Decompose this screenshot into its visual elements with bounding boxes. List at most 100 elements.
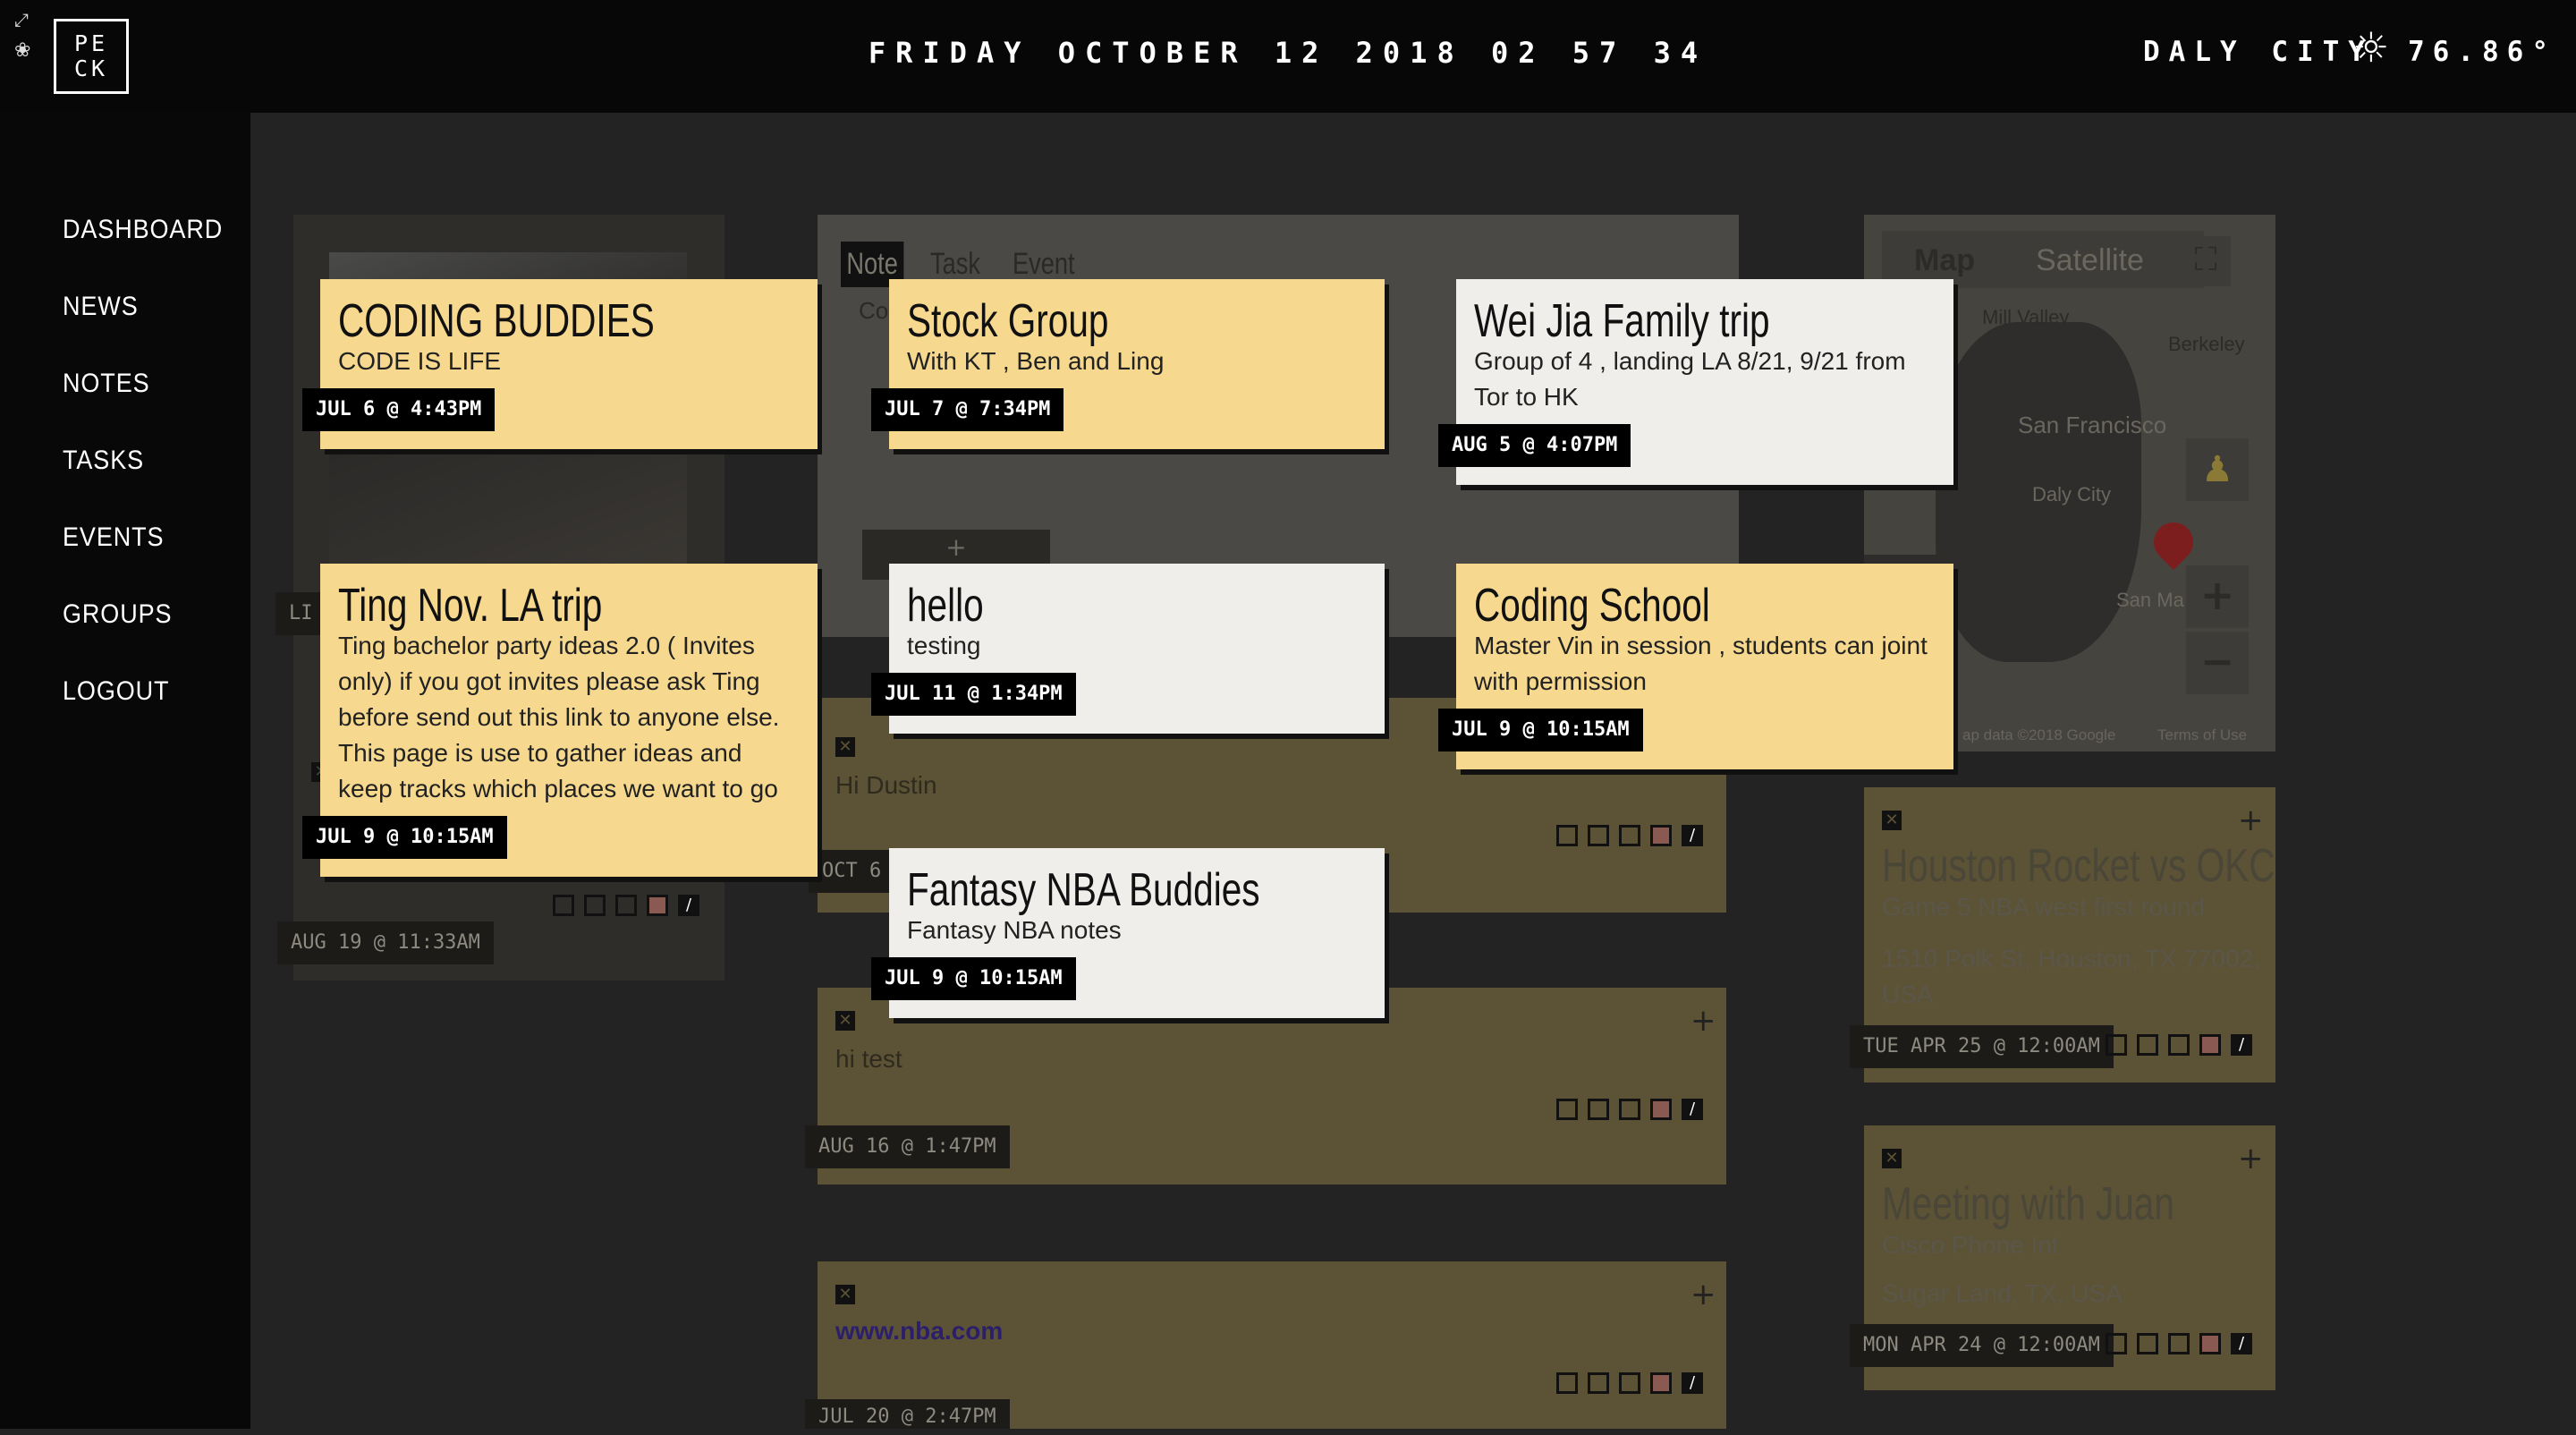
group-card[interactable]: hello testing JUL 11 @ 1:34PM bbox=[871, 564, 1385, 734]
color-swatch-icon[interactable] bbox=[2168, 1333, 2190, 1354]
event-subtitle: Game 5 NBA west first round bbox=[1882, 893, 2206, 921]
color-swatch-icon[interactable] bbox=[1588, 1372, 1609, 1394]
plus-icon[interactable]: + bbox=[1690, 1279, 1716, 1310]
color-swatch-icon[interactable] bbox=[2137, 1333, 2158, 1354]
group-card[interactable]: CODING BUDDIES CODE IS LIFE JUL 6 @ 4:43… bbox=[302, 279, 818, 449]
zoom-out-button[interactable]: − bbox=[2186, 632, 2249, 694]
color-swatch-icon[interactable] bbox=[1588, 825, 1609, 846]
group-card[interactable]: Ting Nov. LA trip Ting bachelor party id… bbox=[302, 564, 818, 877]
paw-icon[interactable]: ❀ bbox=[14, 39, 30, 62]
date-tag: JUL 7 @ 7:34PM bbox=[871, 388, 1064, 431]
color-swatch-icon[interactable] bbox=[647, 895, 668, 916]
event-location: 1510 Polk St, Houston, TX 77002, USA bbox=[1882, 945, 2260, 1008]
edit-icon[interactable]: / bbox=[678, 895, 699, 916]
group-title: Wei Jia Family trip bbox=[1474, 295, 1770, 347]
fullscreen-icon[interactable]: ⤢ bbox=[14, 9, 29, 30]
color-swatch-icon[interactable] bbox=[615, 895, 637, 916]
group-card[interactable]: Fantasy NBA Buddies Fantasy NBA notes JU… bbox=[871, 848, 1385, 1018]
group-card[interactable]: Stock Group With KT , Ben and Ling JUL 7… bbox=[871, 279, 1385, 449]
event-subtitle: Cisco Phone Int bbox=[1882, 1231, 2059, 1259]
date-tag: AUG 16 @ 1:47PM bbox=[805, 1125, 1010, 1168]
color-swatch-icon[interactable] bbox=[1588, 1099, 1609, 1120]
tab-event[interactable]: Event bbox=[1013, 247, 1075, 282]
group-title: Stock Group bbox=[907, 295, 1109, 347]
edit-icon[interactable]: / bbox=[2231, 1333, 2252, 1354]
edit-icon[interactable]: / bbox=[1682, 1099, 1703, 1120]
color-swatch-icon[interactable] bbox=[1556, 1099, 1578, 1120]
color-swatch-icon[interactable] bbox=[2106, 1034, 2127, 1056]
zoom-in-button[interactable]: + bbox=[2186, 565, 2249, 628]
color-swatch-icon[interactable] bbox=[1619, 1372, 1640, 1394]
note-card-bg: ✕ + www.nba.com / JUL 20 @ 2:47PM bbox=[805, 1261, 1726, 1429]
group-subtitle: Fantasy NBA notes bbox=[907, 916, 1122, 944]
color-swatch-icon[interactable] bbox=[1619, 825, 1640, 846]
sidebar-item-news[interactable]: NEWS bbox=[63, 292, 139, 322]
color-swatch-icon[interactable] bbox=[1650, 1099, 1672, 1120]
plus-icon[interactable]: + bbox=[2238, 805, 2264, 836]
card-actions: / bbox=[553, 895, 699, 916]
color-swatch-icon[interactable] bbox=[1556, 1372, 1578, 1394]
group-title: hello bbox=[907, 580, 984, 632]
color-swatch-icon[interactable] bbox=[2199, 1333, 2221, 1354]
color-swatch-icon[interactable] bbox=[2106, 1333, 2127, 1354]
group-card[interactable]: Coding School Master Vin in session , st… bbox=[1438, 564, 1953, 769]
group-title: CODING BUDDIES bbox=[338, 295, 655, 347]
tab-task[interactable]: Task bbox=[930, 247, 980, 282]
map-attribution: ap data ©2018 Google bbox=[1962, 726, 2116, 743]
group-title: Coding School bbox=[1474, 580, 1710, 632]
sidebar-item-events[interactable]: EVENTS bbox=[63, 522, 164, 553]
group-subtitle: Group of 4 , landing LA 8/21, 9/21 from … bbox=[1474, 347, 1906, 411]
sidebar-item-groups[interactable]: GROUPS bbox=[63, 599, 172, 630]
map-tab[interactable]: Map bbox=[1914, 243, 1975, 278]
city-label: DALY CITY bbox=[2143, 36, 2374, 68]
group-card[interactable]: Wei Jia Family trip Group of 4 , landing… bbox=[1438, 279, 1953, 485]
color-swatch-icon[interactable] bbox=[584, 895, 606, 916]
close-icon[interactable]: ✕ bbox=[1882, 1149, 1902, 1168]
event-card: ✕ + Meeting with Juan Cisco Phone Int Su… bbox=[1850, 1125, 2275, 1390]
color-swatch-icon[interactable] bbox=[1556, 825, 1578, 846]
card-actions: / bbox=[1556, 825, 1703, 846]
color-swatch-icon[interactable] bbox=[1619, 1099, 1640, 1120]
fullscreen-icon[interactable]: ⛶ bbox=[2181, 236, 2231, 286]
color-swatch-icon[interactable] bbox=[553, 895, 574, 916]
sidebar: DASHBOARD NEWS NOTES TASKS EVENTS GROUPS… bbox=[0, 113, 250, 1429]
logo[interactable]: PE CK bbox=[54, 19, 129, 94]
composer-input[interactable]: Co bbox=[859, 297, 888, 325]
card-actions: / bbox=[1556, 1372, 1703, 1394]
plus-icon[interactable]: + bbox=[1690, 1006, 1716, 1036]
sidebar-item-logout[interactable]: LOGOUT bbox=[63, 676, 169, 707]
color-swatch-icon[interactable] bbox=[2168, 1034, 2190, 1056]
temperature-label: 76.86° bbox=[2408, 36, 2556, 68]
edit-icon[interactable]: / bbox=[1682, 1372, 1703, 1394]
sidebar-item-notes[interactable]: NOTES bbox=[63, 369, 150, 399]
close-icon[interactable]: ✕ bbox=[835, 1011, 855, 1031]
date-tag: AUG 5 @ 4:07PM bbox=[1438, 424, 1631, 467]
date-tag: JUL 9 @ 10:15AM bbox=[871, 957, 1076, 1000]
card-actions: / bbox=[2106, 1034, 2252, 1056]
date-tag: JUL 9 @ 10:15AM bbox=[302, 816, 507, 859]
color-swatch-icon[interactable] bbox=[1650, 1372, 1672, 1394]
color-swatch-icon[interactable] bbox=[2137, 1034, 2158, 1056]
sidebar-item-tasks[interactable]: TASKS bbox=[63, 446, 144, 476]
close-icon[interactable]: ✕ bbox=[835, 1285, 855, 1304]
edit-icon[interactable]: / bbox=[2231, 1034, 2252, 1056]
terms-link[interactable]: Terms of Use bbox=[2157, 726, 2247, 744]
date-tag: TUE APR 25 @ 12:00AM bbox=[1850, 1025, 2114, 1068]
edit-icon[interactable]: / bbox=[1682, 825, 1703, 846]
sun-icon: ☼ bbox=[2352, 23, 2390, 72]
plus-icon[interactable]: + bbox=[2238, 1143, 2264, 1174]
note-link[interactable]: www.nba.com bbox=[835, 1317, 1003, 1346]
close-icon[interactable]: ✕ bbox=[835, 737, 855, 757]
color-swatch-icon[interactable] bbox=[2199, 1034, 2221, 1056]
sidebar-item-dashboard[interactable]: DASHBOARD bbox=[63, 215, 223, 245]
satellite-tab[interactable]: Satellite bbox=[2036, 243, 2144, 278]
date-tag: JUL 20 @ 2:47PM bbox=[805, 1399, 1010, 1429]
event-title: Houston Rocket vs OKC bbox=[1882, 840, 2275, 892]
pegman-icon[interactable]: ♟ bbox=[2186, 438, 2249, 501]
event-card: ✕ + Houston Rocket vs OKC Game 5 NBA wes… bbox=[1850, 787, 2275, 1083]
group-subtitle: Ting bachelor party ideas 2.0 ( Invites … bbox=[338, 632, 780, 802]
map-label: Daly City bbox=[2032, 483, 2112, 505]
close-icon[interactable]: ✕ bbox=[1882, 811, 1902, 830]
group-subtitle: Master Vin in session , students can joi… bbox=[1474, 632, 1928, 695]
color-swatch-icon[interactable] bbox=[1650, 825, 1672, 846]
